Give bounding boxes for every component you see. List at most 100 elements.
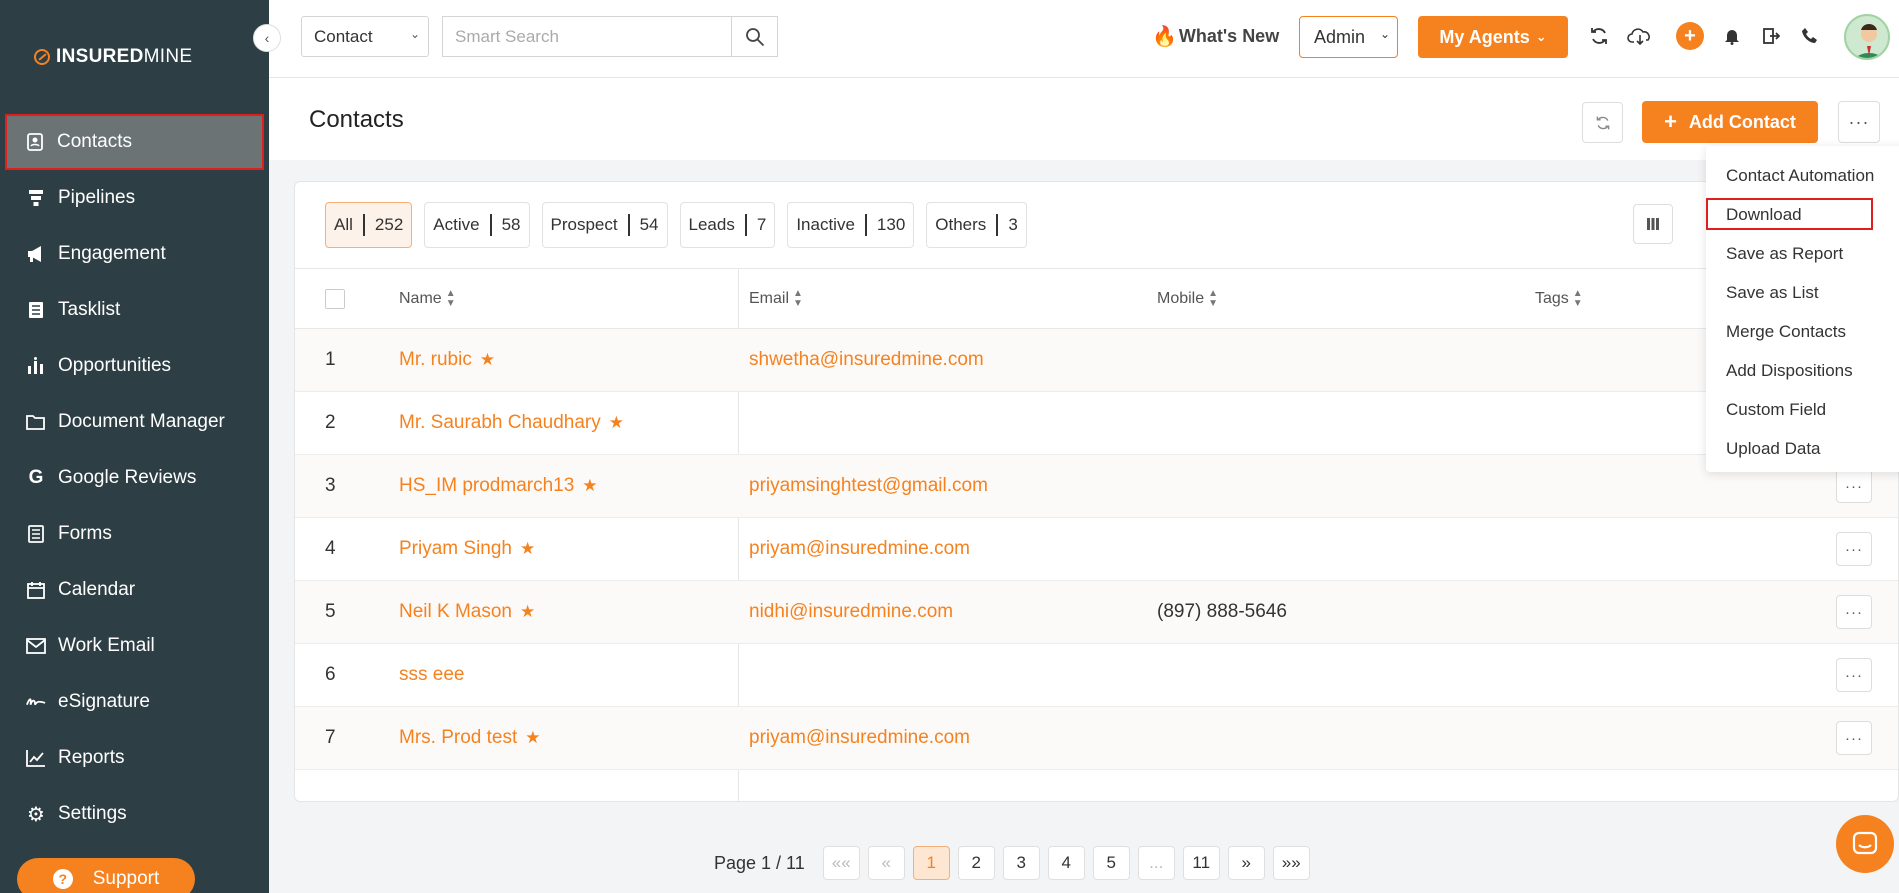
more-options-menu: Contact Automation Download Save as Repo… <box>1706 146 1899 472</box>
filter-others[interactable]: Others 3 <box>926 202 1027 248</box>
prev-page-button[interactable]: « <box>867 846 905 880</box>
contact-email-link[interactable]: priyam@insuredmine.com <box>749 538 970 560</box>
more-options-button[interactable]: ··· <box>1838 101 1880 143</box>
row-actions-button[interactable]: ··· <box>1836 532 1872 566</box>
brand-logo[interactable]: INSUREDMINE <box>34 46 192 68</box>
contact-email-link[interactable]: nidhi@insuredmine.com <box>749 601 953 623</box>
star-icon[interactable]: ★ <box>520 602 535 622</box>
sidebar-item-google-reviews[interactable]: G Google Reviews <box>0 450 269 506</box>
sidebar-item-engagement[interactable]: Engagement <box>0 226 269 282</box>
sync-icon[interactable] <box>1587 24 1611 48</box>
menu-item-merge-contacts[interactable]: Merge Contacts <box>1706 312 1899 351</box>
next-page-button[interactable]: » <box>1227 846 1265 880</box>
row-actions-button[interactable]: ··· <box>1836 595 1872 629</box>
add-contact-button[interactable]: + Add Contact <box>1642 101 1818 143</box>
star-icon[interactable]: ★ <box>609 413 624 433</box>
filter-label: Active <box>433 215 480 234</box>
filter-all[interactable]: All 252 <box>325 202 413 248</box>
sidebar-item-esignature[interactable]: eSignature <box>0 674 269 730</box>
select-all-checkbox[interactable] <box>325 289 345 309</box>
search-button[interactable] <box>731 16 778 57</box>
contact-name-link[interactable]: Priyam Singh ★ <box>399 538 535 560</box>
contact-email-link[interactable]: priyam@insuredmine.com <box>749 727 970 749</box>
row-number: 6 <box>325 664 336 685</box>
page-title: Contacts <box>309 106 404 133</box>
sidebar-item-work-email[interactable]: Work Email <box>0 618 269 674</box>
contact-name-link[interactable]: Mr. Saurabh Chaudhary ★ <box>399 412 624 434</box>
menu-item-custom-field[interactable]: Custom Field <box>1706 390 1899 429</box>
sign-out-icon[interactable] <box>1759 24 1783 48</box>
columns-button[interactable] <box>1633 204 1673 244</box>
sidebar-item-reports[interactable]: Reports <box>0 730 269 786</box>
filter-inactive[interactable]: Inactive 130 <box>787 202 915 248</box>
page-button[interactable]: 1 <box>912 846 950 880</box>
star-icon[interactable]: ★ <box>525 728 540 748</box>
menu-item-save-as-report[interactable]: Save as Report <box>1706 234 1899 273</box>
phone-icon[interactable] <box>1798 24 1822 48</box>
admin-select[interactable]: Admin ⌄ <box>1299 16 1398 58</box>
row-actions-button[interactable]: ··· <box>1836 469 1872 503</box>
bell-icon[interactable] <box>1720 24 1744 48</box>
star-icon[interactable]: ★ <box>582 476 597 496</box>
columns-icon <box>1647 218 1659 230</box>
quick-add-button[interactable]: + <box>1676 22 1704 50</box>
help-icon: ? <box>52 869 73 889</box>
contact-name-link[interactable]: Neil K Mason ★ <box>399 601 535 623</box>
sidebar-item-settings[interactable]: ⚙ Settings <box>0 786 269 842</box>
menu-item-add-dispositions[interactable]: Add Dispositions <box>1706 351 1899 390</box>
collapse-sidebar-button[interactable]: ‹ <box>253 24 281 52</box>
sidebar-item-label: Settings <box>58 803 127 824</box>
last-page-button[interactable]: »» <box>1272 846 1310 880</box>
contact-email-link[interactable]: shwetha@insuredmine.com <box>749 349 984 371</box>
chat-icon <box>1852 831 1878 855</box>
page-button[interactable]: 5 <box>1092 846 1130 880</box>
chat-widget-button[interactable] <box>1836 815 1894 873</box>
menu-item-upload-data[interactable]: Upload Data <box>1706 429 1899 468</box>
filter-active[interactable]: Active 58 <box>424 202 530 248</box>
column-header-mobile[interactable]: Mobile ▲ ▼ <box>1157 289 1218 309</box>
star-icon[interactable]: ★ <box>520 539 535 559</box>
filter-count: 58 <box>501 215 521 234</box>
sidebar-item-document-manager[interactable]: Document Manager <box>0 394 269 450</box>
avatar[interactable] <box>1844 14 1890 60</box>
contact-email-link[interactable]: priyamsinghtest@gmail.com <box>749 475 988 497</box>
row-number: 1 <box>325 349 336 370</box>
row-actions-button[interactable]: ··· <box>1836 721 1872 755</box>
first-page-button[interactable]: «« <box>822 846 860 880</box>
cloud-download-icon[interactable] <box>1626 24 1654 48</box>
sidebar-item-forms[interactable]: Forms <box>0 506 269 562</box>
funnel-icon <box>26 188 46 208</box>
filter-prospect[interactable]: Prospect 54 <box>541 202 668 248</box>
sidebar-item-calendar[interactable]: Calendar <box>0 562 269 618</box>
page-button[interactable]: 11 <box>1182 846 1220 880</box>
search-type-select[interactable]: Contact ⌄ <box>301 16 429 57</box>
column-header-tags[interactable]: Tags ▲ ▼ <box>1535 289 1583 309</box>
menu-item-contact-automation[interactable]: Contact Automation <box>1706 156 1899 195</box>
sort-icon: ▲ ▼ <box>1572 288 1583 309</box>
column-header-email[interactable]: Email ▲ ▼ <box>749 289 803 309</box>
refresh-button[interactable] <box>1582 102 1623 143</box>
contact-name-link[interactable]: Mrs. Prod test ★ <box>399 727 541 749</box>
page-button[interactable]: 3 <box>1002 846 1040 880</box>
contact-name-link[interactable]: HS_IM prodmarch13 ★ <box>399 475 598 497</box>
filter-leads[interactable]: Leads 7 <box>679 202 776 248</box>
menu-item-save-as-list[interactable]: Save as List <box>1706 273 1899 312</box>
star-icon[interactable]: ★ <box>480 350 495 370</box>
page-button[interactable]: 4 <box>1047 846 1085 880</box>
sidebar-item-opportunities[interactable]: Opportunities <box>0 338 269 394</box>
contact-name: Priyam Singh <box>399 538 512 559</box>
whats-new-link[interactable]: 🔥 What's New <box>1152 24 1279 49</box>
filter-label: Prospect <box>550 215 618 234</box>
sidebar-item-contacts[interactable]: Contacts <box>5 114 264 170</box>
column-header-name[interactable]: Name ▲ ▼ <box>399 289 456 309</box>
menu-item-download[interactable]: Download <box>1706 195 1899 234</box>
row-actions-button[interactable]: ··· <box>1836 658 1872 692</box>
sidebar-item-tasklist[interactable]: Tasklist <box>0 282 269 338</box>
my-agents-button[interactable]: My Agents ⌄ <box>1418 16 1568 58</box>
search-input[interactable] <box>442 16 731 57</box>
contact-name-link[interactable]: sss eee <box>399 664 464 686</box>
support-button[interactable]: ? Support <box>17 858 195 893</box>
page-button[interactable]: 2 <box>957 846 995 880</box>
contact-name-link[interactable]: Mr. rubic ★ <box>399 349 495 371</box>
sidebar-item-pipelines[interactable]: Pipelines <box>0 170 269 226</box>
